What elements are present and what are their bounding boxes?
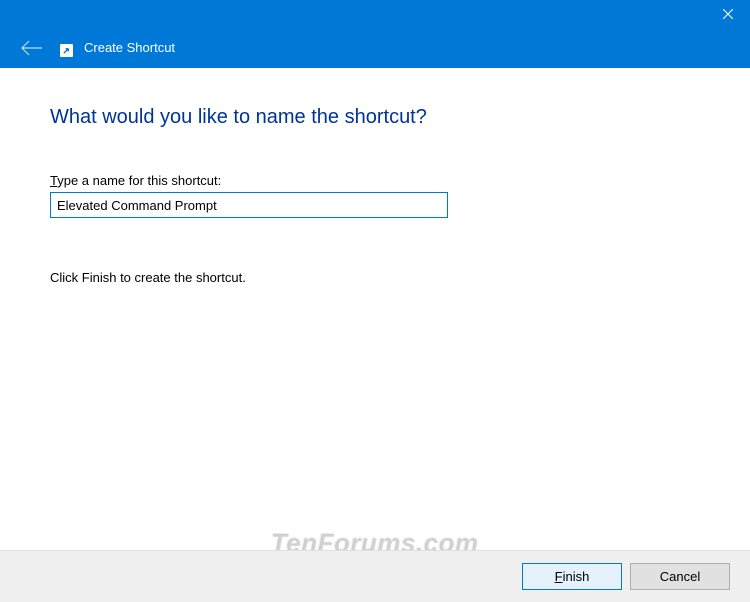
titlebar: Create Shortcut — [0, 0, 750, 68]
window-title: Create Shortcut — [84, 40, 175, 55]
content-area: What would you like to name the shortcut… — [0, 68, 750, 285]
close-icon — [723, 9, 733, 19]
name-field-label: Type a name for this shortcut: — [50, 173, 700, 188]
shortcut-name-input[interactable] — [50, 192, 448, 218]
instruction-text: Click Finish to create the shortcut. — [50, 270, 700, 285]
back-button[interactable] — [20, 40, 44, 61]
close-button[interactable] — [705, 0, 750, 28]
page-heading: What would you like to name the shortcut… — [50, 106, 700, 129]
arrow-left-icon — [20, 40, 44, 56]
cancel-button[interactable]: Cancel — [630, 563, 730, 590]
shortcut-icon — [60, 44, 73, 57]
finish-button[interactable]: Finish — [522, 563, 622, 590]
footer: Finish Cancel — [0, 550, 750, 602]
